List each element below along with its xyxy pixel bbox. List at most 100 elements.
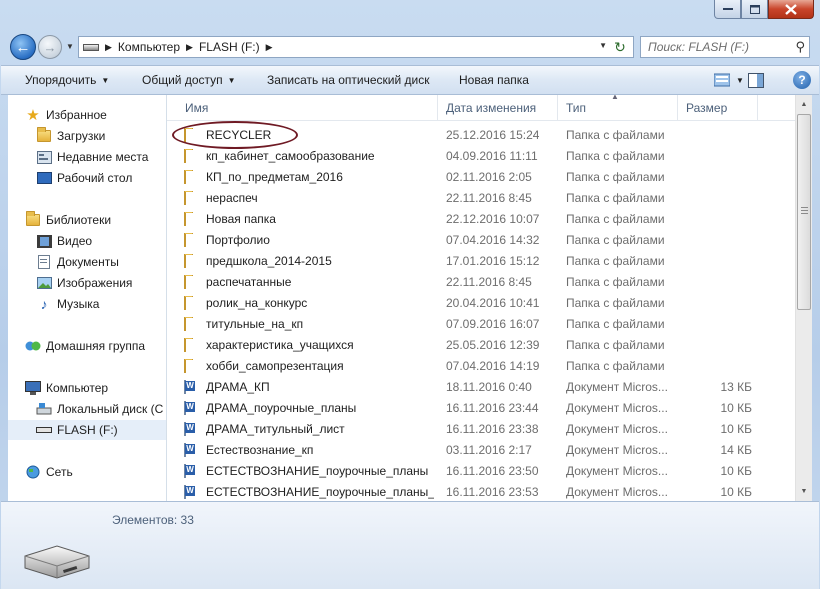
music-icon: ♪	[40, 296, 48, 312]
navigation-pane: ★ Избранное Загрузки Недавние места Рабоч…	[8, 95, 166, 501]
file-type: Документ Micros...	[566, 464, 668, 478]
nav-libraries[interactable]: Библиотеки	[25, 210, 166, 230]
file-date: 25.12.2016 15:24	[446, 128, 540, 142]
address-bar[interactable]: ▶ Компьютер ▶ FLASH (F:) ▶ ▼ ↻	[78, 36, 634, 58]
nav-computer[interactable]: Компьютер	[25, 378, 166, 398]
refresh-icon: ↻	[614, 38, 626, 55]
file-row[interactable]: ДРАМА_титульный_лист 16.11.2016 23:38 Доку…	[167, 419, 795, 440]
breadcrumb-computer[interactable]: Компьютер	[118, 40, 180, 54]
file-row[interactable]: ДРАМА_КП 18.11.2016 0:40 Документ Micros..…	[167, 377, 795, 398]
nav-network[interactable]: Сеть	[25, 462, 166, 482]
nav-documents[interactable]: Документы	[36, 252, 166, 272]
column-header-size[interactable]: Размер	[678, 95, 758, 120]
nav-video[interactable]: Видео	[36, 231, 166, 251]
file-row[interactable]: ЕСТЕСТВОЗНАНИЕ_поурочные_планы 16.11.2016…	[167, 461, 795, 482]
new-folder-button[interactable]: Новая папка	[459, 73, 529, 87]
file-type: Папка с файлами	[566, 317, 665, 331]
address-dropdown[interactable]: ▼	[599, 41, 607, 50]
preview-pane-button[interactable]	[747, 71, 765, 89]
chevron-right-icon[interactable]: ▶	[186, 42, 193, 53]
refresh-button[interactable]: ↻	[611, 38, 629, 56]
file-name: титульные_на_кп	[206, 317, 304, 331]
nav-label: Документы	[57, 255, 119, 269]
organize-button[interactable]: Упорядочить ▼	[25, 73, 109, 87]
search-icon[interactable]: ⚲	[795, 39, 805, 55]
back-button[interactable]: ←	[10, 34, 36, 60]
preview-pane-icon	[748, 72, 764, 88]
file-type: Документ Micros...	[566, 401, 668, 415]
file-date: 17.01.2016 15:12	[446, 254, 540, 268]
file-name: Естествознание_кп	[206, 443, 314, 457]
explorer-window: ← → ▼ ▶ Компьютер ▶ FLASH (F:) ▶ ▼ ↻ Пои…	[0, 0, 820, 589]
scroll-down-button[interactable]: ▼	[796, 483, 812, 500]
file-row[interactable]: распечатанные 22.11.2016 8:45 Папка с файл…	[167, 272, 795, 293]
share-button[interactable]: Общий доступ ▼	[142, 73, 236, 87]
nav-pictures[interactable]: Изображения	[36, 273, 166, 293]
file-date: 25.05.2016 12:39	[446, 338, 540, 352]
burn-button[interactable]: Записать на оптический диск	[267, 73, 430, 87]
file-row[interactable]: характеристика_учащихся 25.05.2016 12:39 П…	[167, 335, 795, 356]
file-size: 14 КБ	[720, 443, 752, 457]
column-header-date[interactable]: Дата изменения	[438, 95, 558, 120]
file-list: Имя Дата изменения Тип Размер ▲ RECYCLER…	[167, 95, 795, 501]
close-button[interactable]	[768, 0, 814, 19]
file-name: ДРАМА_титульный_лист	[206, 422, 345, 436]
item-count: Элементов: 33	[112, 513, 194, 527]
chevron-right-icon[interactable]: ▶	[266, 42, 273, 53]
folder-icon	[184, 191, 200, 205]
nav-homegroup[interactable]: Домашняя группа	[25, 336, 166, 356]
network-icon	[25, 464, 41, 480]
search-input[interactable]: Поиск: FLASH (F:) ⚲	[640, 36, 810, 58]
folder-icon	[184, 317, 200, 331]
nav-downloads[interactable]: Загрузки	[36, 126, 166, 146]
file-row[interactable]: кп_кабинет_самообразование 04.09.2016 11:…	[167, 146, 795, 167]
recent-pages-dropdown[interactable]: ▼	[66, 42, 74, 51]
file-date: 16.11.2016 23:44	[446, 401, 539, 415]
homegroup-icon	[25, 338, 41, 354]
column-header-name[interactable]: Имя	[167, 95, 438, 120]
nav-recent[interactable]: Недавние места	[36, 147, 166, 167]
file-date: 03.11.2016 2:17	[446, 443, 532, 457]
file-type: Папка с файлами	[566, 233, 665, 247]
file-row[interactable]: ролик_на_конкурс 20.04.2016 10:41 Папка с …	[167, 293, 795, 314]
folder-icon	[184, 233, 200, 247]
scroll-thumb[interactable]	[797, 114, 811, 310]
file-row[interactable]: хобби_самопрезентация 07.04.2016 14:19 Пап…	[167, 356, 795, 377]
nav-local-disk[interactable]: Локальный диск (C	[36, 399, 166, 419]
file-name-cell: ДРАМА_титульный_лист	[184, 422, 434, 436]
nav-flash[interactable]: FLASH (F:)	[8, 420, 166, 440]
minimize-button[interactable]	[714, 0, 741, 19]
view-options-button[interactable]	[713, 71, 731, 89]
scroll-up-button[interactable]: ▲	[796, 96, 812, 113]
file-name-cell: Новая папка	[184, 212, 434, 226]
nav-label: Рабочий стол	[57, 171, 133, 185]
file-date: 18.11.2016 0:40	[446, 380, 532, 394]
file-row[interactable]: Естествознание_кп 03.11.2016 2:17 Документ…	[167, 440, 795, 461]
file-name-cell: ДРАМА_поурочные_планы	[184, 401, 434, 415]
maximize-button[interactable]	[741, 0, 768, 19]
file-row[interactable]: ДРАМА_поурочные_планы 16.11.2016 23:44 Док…	[167, 398, 795, 419]
drive-icon	[83, 43, 99, 51]
file-row[interactable]: титульные_на_кп 07.09.2016 16:07 Папка с ф…	[167, 314, 795, 335]
nav-favorites[interactable]: ★ Избранное	[25, 105, 166, 125]
file-type: Папка с файлами	[566, 296, 665, 310]
file-row[interactable]: предшкола_2014-2015 17.01.2016 15:12 Папка…	[167, 251, 795, 272]
nav-music[interactable]: ♪ Музыка	[36, 294, 166, 314]
file-type: Документ Micros...	[566, 422, 668, 436]
file-row[interactable]: ЕСТЕСТВОЗНАНИЕ_поурочные_планы_2 16.11.20…	[167, 482, 795, 501]
command-bar: Упорядочить ▼ Общий доступ ▼ Записать на о…	[1, 65, 819, 95]
file-row[interactable]: КП_по_предметам_2016 02.11.2016 2:05 Папка…	[167, 167, 795, 188]
file-row[interactable]: Новая папка 22.12.2016 10:07 Папка с файла…	[167, 209, 795, 230]
file-name-cell: распечатанные	[184, 275, 434, 289]
file-name-cell: ЕСТЕСТВОЗНАНИЕ_поурочные_планы_2	[184, 485, 434, 499]
documents-icon	[36, 254, 52, 270]
help-button[interactable]: ?	[793, 71, 811, 89]
nav-desktop[interactable]: Рабочий стол	[36, 168, 166, 188]
chevron-right-icon[interactable]: ▶	[105, 42, 112, 53]
forward-button[interactable]: →	[38, 35, 62, 59]
vertical-scrollbar[interactable]: ▲ ▼	[795, 95, 812, 501]
breadcrumb-flash[interactable]: FLASH (F:)	[199, 40, 260, 54]
file-row[interactable]: нераспеч 22.11.2016 8:45 Папка с файлами	[167, 188, 795, 209]
file-type: Папка с файлами	[566, 359, 665, 373]
file-row[interactable]: Портфолио 07.04.2016 14:32 Папка с файлами	[167, 230, 795, 251]
